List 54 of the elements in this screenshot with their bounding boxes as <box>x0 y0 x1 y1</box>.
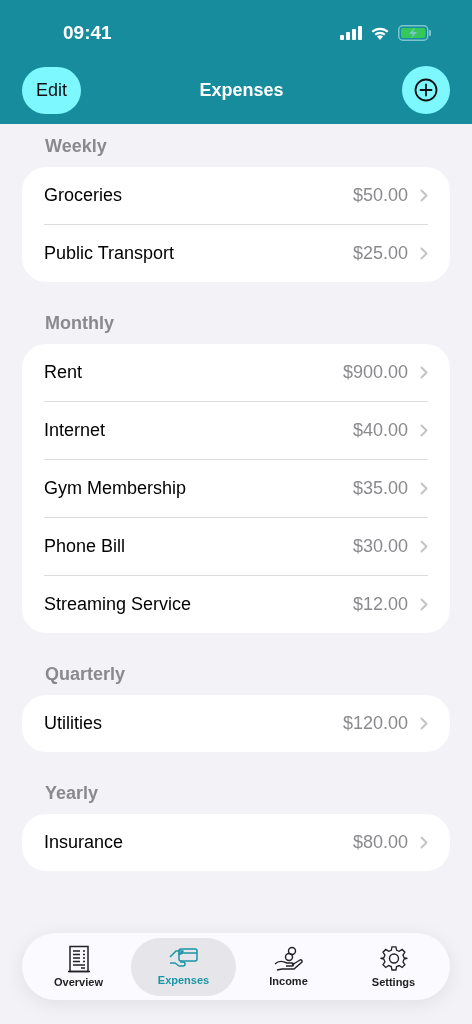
expense-row[interactable]: Gym Membership $35.00 <box>44 460 428 518</box>
expense-name: Public Transport <box>44 243 176 264</box>
gear-icon <box>379 945 408 973</box>
tab-button[interactable]: Overview <box>26 937 131 996</box>
section-header: Weekly <box>44 135 108 158</box>
status-time: 09:41 <box>63 22 112 44</box>
expense-amount: $30.00 <box>352 536 408 557</box>
expense-row[interactable]: Insurance $80.00 <box>44 814 428 871</box>
expense-amount: $120.00 <box>342 713 408 734</box>
expense-row[interactable]: Rent $900.00 <box>44 344 428 402</box>
expense-amount: $900.00 <box>342 362 408 383</box>
expense-name: Internet <box>44 420 107 441</box>
expense-name: Streaming Service <box>44 594 193 615</box>
expense-row[interactable]: Phone Bill $30.00 <box>44 518 428 576</box>
signal-icon <box>340 26 362 40</box>
screen-title: Expenses <box>199 79 284 101</box>
wifi-icon <box>370 26 390 40</box>
expense-name: Groceries <box>44 185 124 206</box>
expense-amount: $80.00 <box>352 832 408 853</box>
expense-name: Utilities <box>44 713 103 734</box>
tab-button[interactable]: Income <box>236 937 341 996</box>
chevron-icon <box>420 598 428 611</box>
expense-row[interactable]: Public Transport $25.00 <box>44 225 428 282</box>
receipt-icon <box>65 945 92 973</box>
section-header: Monthly <box>44 312 115 335</box>
section-header: Yearly <box>44 782 100 805</box>
hand-coins-icon <box>273 946 304 972</box>
expense-name: Gym Membership <box>44 478 188 499</box>
expense-row[interactable]: Internet $40.00 <box>44 402 428 460</box>
expense-amount: $12.00 <box>352 594 408 615</box>
chevron-icon <box>420 540 428 553</box>
expense-row[interactable]: Groceries $50.00 <box>44 167 428 225</box>
expense-amount: $40.00 <box>352 420 408 441</box>
expense-name: Rent <box>44 362 84 383</box>
chevron-icon <box>420 482 428 495</box>
chevron-icon <box>420 189 428 202</box>
section-header: Quarterly <box>44 663 127 686</box>
expense-amount: $25.00 <box>352 243 408 264</box>
tab-button[interactable]: Settings <box>341 937 446 996</box>
expense-row[interactable]: Utilities $120.00 <box>44 695 428 752</box>
chevron-icon <box>420 717 428 730</box>
expense-name: Insurance <box>44 832 125 853</box>
chevron-icon <box>420 247 428 260</box>
chevron-icon <box>420 424 428 437</box>
plus-circle-icon <box>414 78 438 102</box>
add-button[interactable] <box>402 66 450 114</box>
chevron-icon <box>420 366 428 379</box>
expense-row[interactable]: Streaming Service $12.00 <box>44 576 428 633</box>
battery-charging-icon <box>398 25 432 41</box>
expense-amount: $35.00 <box>352 478 408 499</box>
expense-amount: $50.00 <box>352 185 408 206</box>
edit-button[interactable]: Edit <box>22 66 82 114</box>
expense-name: Phone Bill <box>44 536 127 557</box>
chevron-icon <box>420 836 428 849</box>
